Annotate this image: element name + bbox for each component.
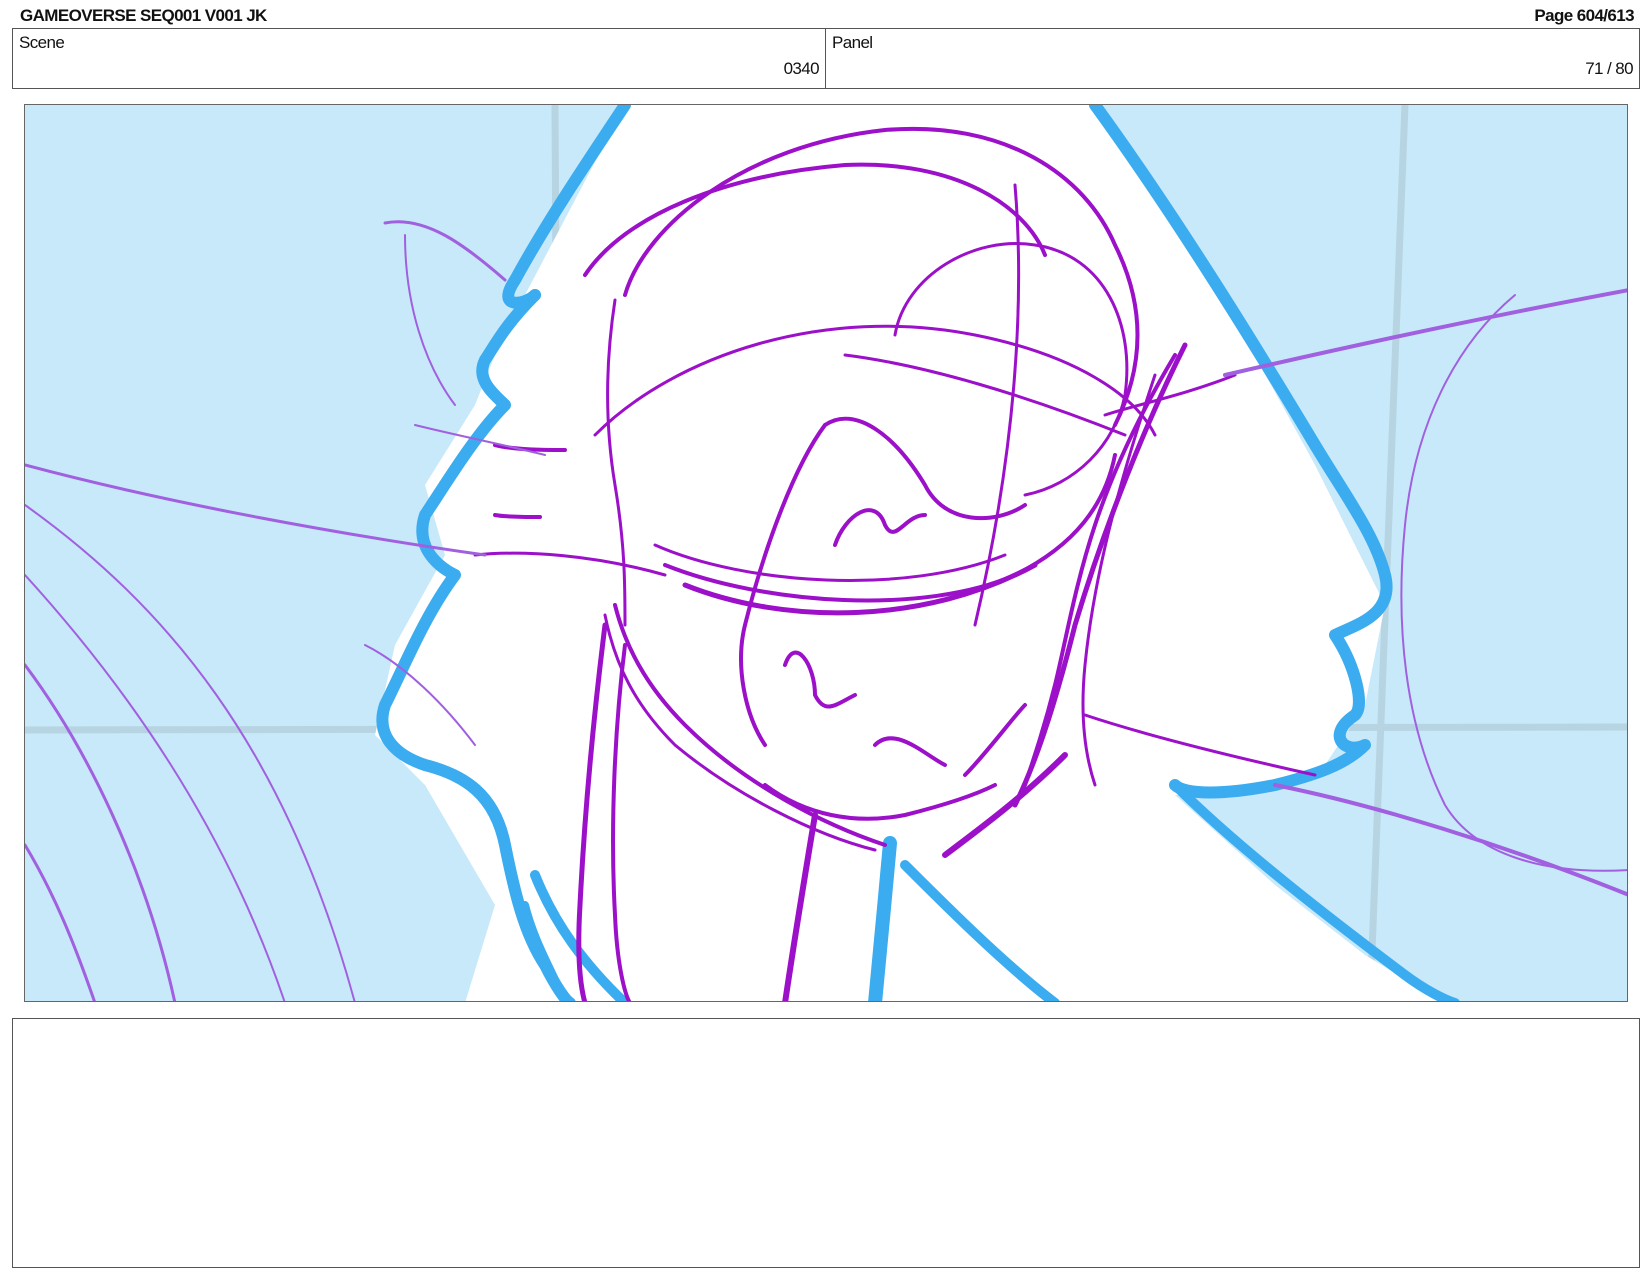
storyboard-frame	[24, 104, 1628, 1002]
project-title: GAMEOVERSE SEQ001 V001 JK	[20, 6, 267, 25]
panel-cell: Panel 71 / 80	[826, 29, 1639, 88]
scene-number: 0340	[783, 59, 820, 78]
panel-notes	[12, 1018, 1640, 1268]
page-number: Page 604/613	[1534, 6, 1634, 25]
scene-cell: Scene 0340	[13, 29, 826, 88]
panel-label: Panel	[832, 33, 873, 52]
scene-panel-info: Scene 0340 Panel 71 / 80	[12, 28, 1640, 89]
storyboard-sketch	[25, 105, 1627, 1001]
panel-number: 71 / 80	[1585, 59, 1633, 78]
scene-label: Scene	[19, 33, 65, 52]
